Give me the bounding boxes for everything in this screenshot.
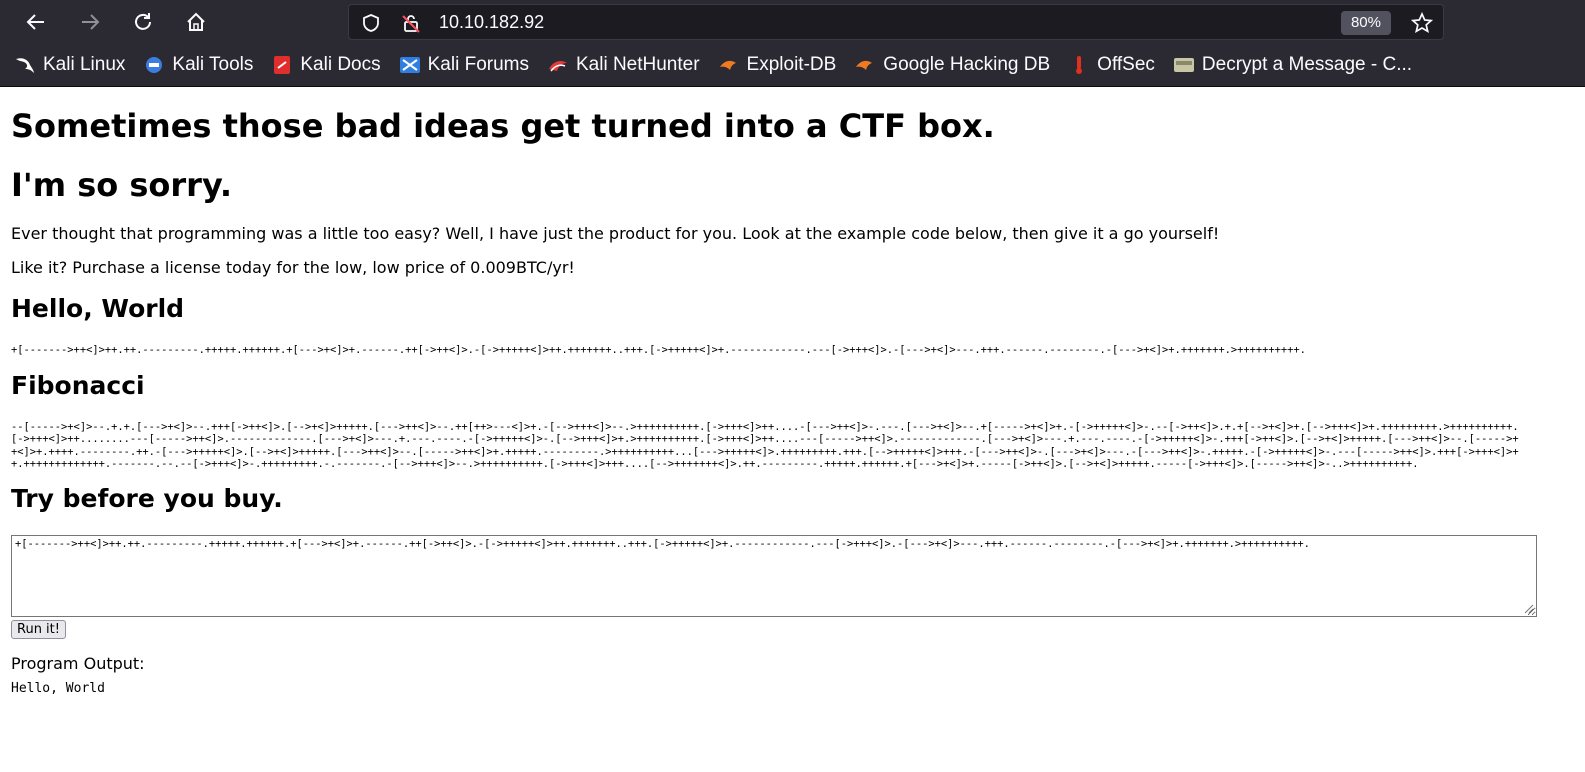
bookmark-star-icon[interactable] <box>1410 11 1434 38</box>
kali-forums-icon <box>399 57 420 73</box>
run-button[interactable]: Run it! <box>11 619 66 639</box>
bookmark-offsec[interactable]: OffSec <box>1068 54 1155 76</box>
zoom-level-badge[interactable]: 80% <box>1340 11 1391 35</box>
kali-dragon-icon <box>16 58 34 73</box>
bookmark-kali-docs[interactable]: Kali Docs <box>271 54 381 76</box>
resize-grip-icon[interactable] <box>1522 602 1534 614</box>
bookmark-google-hacking-db[interactable]: Google Hacking DB <box>854 54 1050 76</box>
shield-icon[interactable] <box>361 13 381 37</box>
bookmark-label: Kali Linux <box>43 54 126 75</box>
url-text[interactable]: 10.10.182.92 <box>439 12 544 33</box>
code-input-value[interactable]: +[------->++<]>++.++.---------.+++++.+++… <box>15 538 1533 551</box>
home-icon <box>187 12 205 31</box>
reload-button[interactable] <box>127 6 159 38</box>
forward-button[interactable] <box>74 6 106 38</box>
bookmark-label: Exploit-DB <box>746 54 837 75</box>
page-content: Sometimes those bad ideas get turned int… <box>0 87 1585 696</box>
bookmark-label: Kali Forums <box>427 54 529 75</box>
hello-world-heading: Hello, World <box>11 294 185 323</box>
home-button[interactable] <box>180 6 212 38</box>
bookmark-label: Decrypt a Message - C... <box>1201 54 1413 75</box>
bookmark-exploit-db[interactable]: Exploit-DB <box>718 54 837 76</box>
bookmark-label: Kali NetHunter <box>575 54 700 75</box>
bookmark-kali-tools[interactable]: Kali Tools <box>143 54 253 76</box>
exploit-db-icon <box>719 60 736 70</box>
bookmark-label: Kali Tools <box>172 54 254 75</box>
bookmark-kali-nethunter[interactable]: Kali NetHunter <box>547 54 700 76</box>
back-arrow-icon <box>26 14 44 30</box>
page-title: Sometimes those bad ideas get turned int… <box>11 107 995 145</box>
kali-tools-icon <box>146 57 163 73</box>
bookmark-label: OffSec <box>1097 54 1155 75</box>
intro-text: Ever thought that programming was a litt… <box>11 224 1220 243</box>
output-label: Program Output: <box>11 653 145 673</box>
program-output: Hello, World <box>11 680 105 696</box>
fibonacci-heading: Fibonacci <box>11 370 145 400</box>
address-bar[interactable]: 10.10.182.92 80% <box>348 4 1444 40</box>
price-text: Like it? Purchase a license today for th… <box>11 258 575 277</box>
hello-world-code: +[------->++<]>++.++.---------.+++++.+++… <box>11 344 1306 356</box>
browser-chrome: 10.10.182.92 80% Kali Linux Kali Tools K… <box>0 0 1585 87</box>
bookmark-label: Google Hacking DB <box>883 54 1051 75</box>
insecure-lock-icon[interactable] <box>401 13 421 37</box>
reload-icon <box>135 13 151 30</box>
decrypt-icon <box>1173 58 1194 72</box>
bookmark-label: Kali Docs <box>300 54 381 75</box>
bookmark-kali-linux[interactable]: Kali Linux <box>14 54 125 76</box>
forward-arrow-icon <box>82 14 100 30</box>
bookmarks-toolbar: Kali Linux Kali Tools Kali Docs Kali For… <box>0 44 1585 87</box>
bookmark-decrypt-message[interactable]: Decrypt a Message - C... <box>1173 54 1412 76</box>
bookmark-kali-forums[interactable]: Kali Forums <box>399 54 529 76</box>
kali-docs-icon <box>274 56 291 74</box>
navigation-bar: 10.10.182.92 80% <box>0 0 1585 44</box>
offsec-icon <box>1076 56 1083 74</box>
apology-heading: I'm so sorry. <box>11 166 233 204</box>
code-input-textarea[interactable]: +[------->++<]>++.++.---------.+++++.+++… <box>11 534 1537 617</box>
try-heading: Try before you buy. <box>11 483 283 513</box>
ghdb-icon <box>856 60 873 70</box>
back-button[interactable] <box>20 6 52 38</box>
fibonacci-code: --[----->+<]>--.+.+.[--->+<]>--.+++[->++… <box>11 420 1519 471</box>
nethunter-icon <box>548 61 567 72</box>
